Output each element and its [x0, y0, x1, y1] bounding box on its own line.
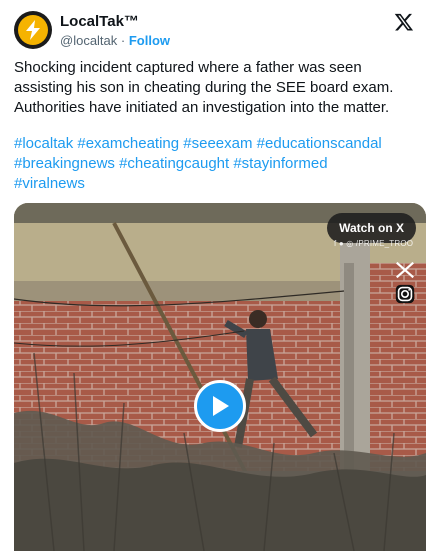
display-name[interactable]: LocalTak™ — [60, 13, 170, 31]
tweet-card: LocalTak™ @localtak · Follow Shocking in… — [0, 0, 428, 551]
separator: · — [117, 33, 129, 48]
video-frame — [14, 203, 426, 551]
hashtag[interactable]: #examcheating — [77, 135, 179, 152]
play-button[interactable] — [194, 380, 246, 432]
avatar[interactable] — [14, 11, 52, 49]
hashtag[interactable]: #localtak — [14, 135, 73, 152]
hashtag[interactable]: #stayinformed — [233, 155, 327, 172]
tweet-text: Shocking incident captured where a fathe… — [14, 59, 394, 116]
follow-button[interactable]: Follow — [129, 33, 170, 48]
hashtag[interactable]: #seeexam — [183, 135, 252, 152]
hashtag[interactable]: #breakingnews — [14, 155, 115, 172]
hashtag[interactable]: #cheatingcaught — [119, 155, 229, 172]
hashtag[interactable]: #viralnews — [14, 175, 85, 192]
handle[interactable]: @localtak — [60, 33, 117, 48]
play-icon — [213, 396, 229, 416]
bolt-icon — [18, 15, 48, 45]
video-watermark: f ● ◎ /PRIME_TROO — [334, 239, 414, 248]
video-player[interactable]: Watch on X f ● ◎ /PRIME_TROO — [14, 203, 426, 551]
account-names: LocalTak™ @localtak · Follow — [60, 13, 170, 49]
handle-row: @localtak · Follow — [60, 32, 170, 49]
tweet-header: LocalTak™ @localtak · Follow — [14, 10, 414, 50]
x-logo-icon[interactable] — [394, 259, 416, 281]
instagram-icon[interactable] — [394, 283, 416, 305]
hashtag-list: #localtak #examcheating #seeexam #educat… — [14, 134, 418, 194]
x-logo-icon[interactable] — [394, 12, 414, 32]
hashtag[interactable]: #educationscandal — [257, 135, 382, 152]
